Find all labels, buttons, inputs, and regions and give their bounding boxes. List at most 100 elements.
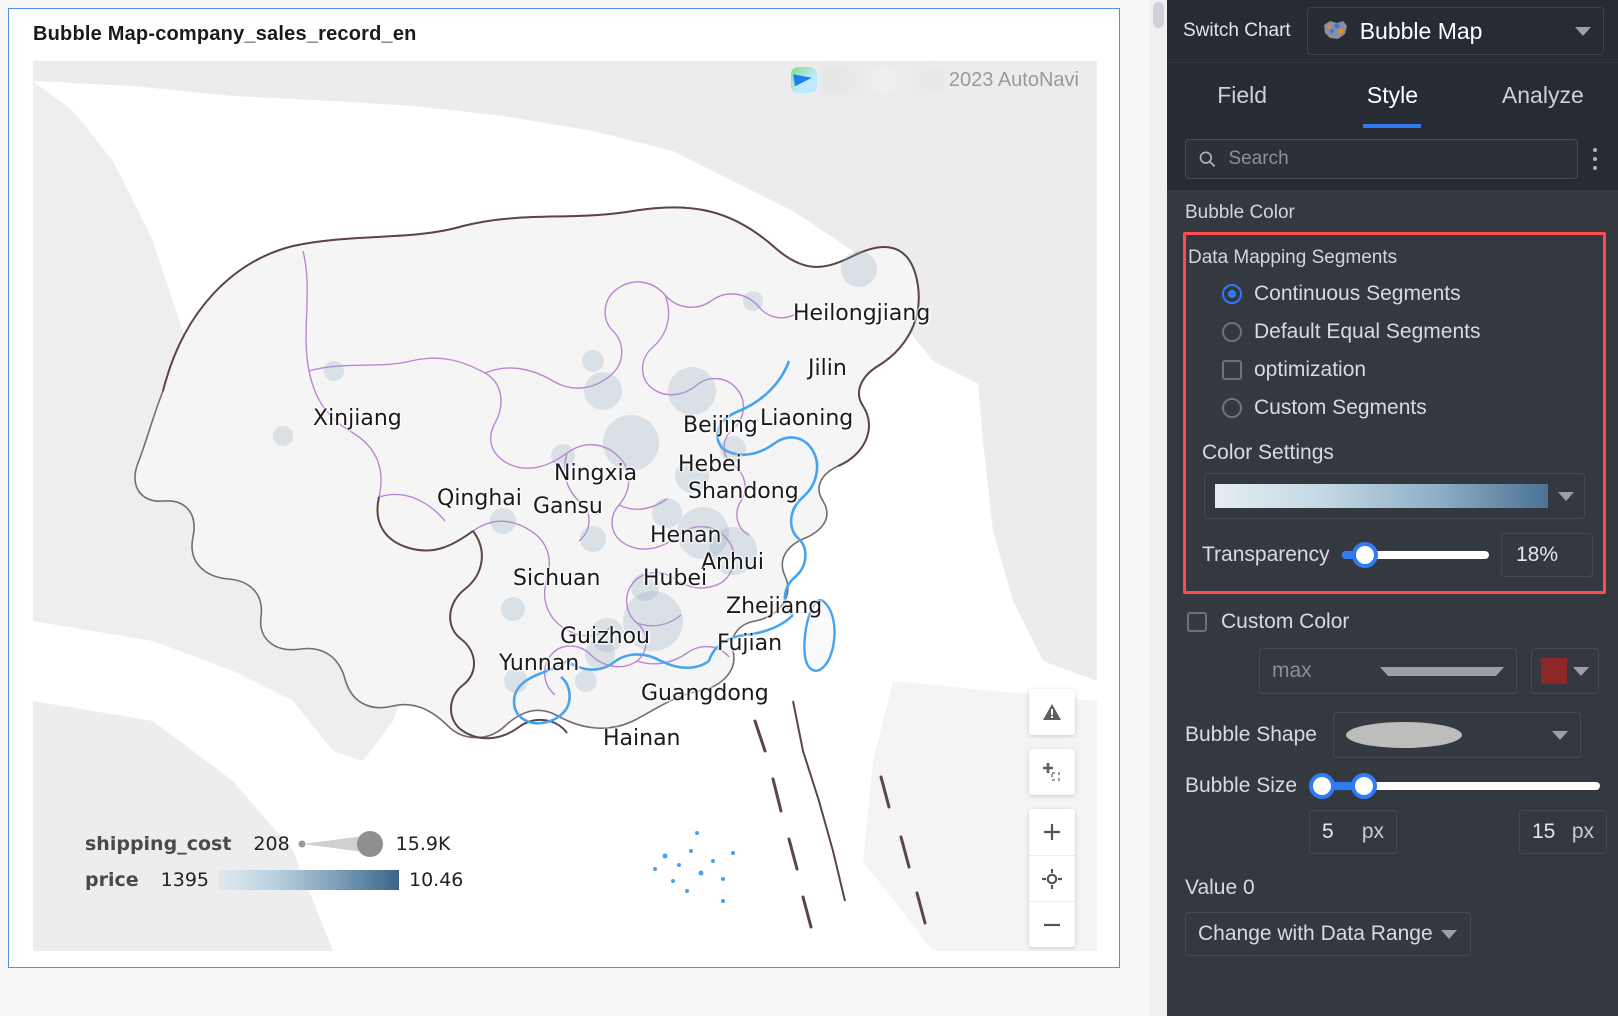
custom-color-row[interactable]: Custom Color: [1167, 594, 1618, 634]
color-swatch[interactable]: [1541, 658, 1567, 684]
data-mapping-label: Data Mapping Segments: [1188, 247, 1398, 268]
option-continuous-segments[interactable]: Continuous Segments: [1186, 275, 1603, 313]
transparency-value-input[interactable]: 18%: [1501, 533, 1593, 577]
chart-pane: Bubble Map-company_sales_record_en Xinji…: [0, 0, 1150, 1016]
map-bubble[interactable]: [580, 526, 606, 552]
option-default-equal-segments[interactable]: Default Equal Segments: [1186, 313, 1603, 351]
sidebar-scroll-gutter[interactable]: [1150, 0, 1167, 1016]
legend-min-value: 1395: [160, 869, 209, 891]
option-custom-segments[interactable]: Custom Segments: [1186, 389, 1603, 427]
chevron-down-icon: [1573, 666, 1589, 676]
color-gradient-preview: [1215, 484, 1548, 508]
map-bubble[interactable]: [631, 573, 659, 601]
map-bubble[interactable]: [575, 670, 597, 692]
bubble-map-icon: [1320, 18, 1350, 44]
sidebar-header: Switch Chart Bubble Map: [1167, 0, 1618, 62]
map-bubble[interactable]: [324, 361, 344, 381]
tab-label: Style: [1366, 82, 1419, 108]
map-bubble[interactable]: [585, 639, 615, 669]
map-bubble[interactable]: [743, 291, 763, 311]
map-bubble[interactable]: [273, 426, 293, 446]
min-value: 5: [1322, 820, 1334, 843]
circle-shape-icon: [1345, 722, 1462, 748]
value-range-text: Change with Data Range: [1198, 922, 1433, 945]
map-bubble[interactable]: [709, 527, 757, 575]
chevron-down-icon: [1558, 491, 1574, 501]
sidebar-scrollbar-thumb[interactable]: [1153, 2, 1164, 28]
map-bubble[interactable]: [720, 436, 746, 462]
bubble-shape-select[interactable]: [1332, 712, 1581, 758]
map-warning-button[interactable]: [1029, 689, 1075, 735]
autonavi-logo-icon: [790, 67, 817, 93]
radio-selected-icon[interactable]: [1222, 284, 1242, 304]
chart-type-selector[interactable]: Bubble Map: [1306, 7, 1604, 55]
locate-target-icon: [1042, 868, 1062, 889]
tab-label: Field: [1217, 82, 1268, 108]
custom-color-swatch-select[interactable]: [1531, 648, 1599, 694]
map-bubble[interactable]: [582, 350, 604, 372]
bubble-size-min-input[interactable]: 5 px: [1309, 810, 1397, 854]
color-settings-label: Color Settings: [1202, 441, 1334, 464]
map-zoom-out-button[interactable]: [1029, 901, 1075, 947]
legend-row-color: price 1395 10.46: [85, 869, 463, 891]
search-input[interactable]: [1226, 147, 1565, 171]
map-add-selection-button[interactable]: [1029, 749, 1075, 795]
option-optimization[interactable]: optimization: [1186, 351, 1603, 389]
map-base-layer: [33, 61, 1097, 951]
map-bubble[interactable]: [501, 597, 525, 621]
chevron-down-icon: [1440, 929, 1457, 939]
custom-color-label: Custom Color: [1221, 610, 1350, 633]
search-box[interactable]: [1185, 139, 1578, 179]
option-label: Default Equal Segments: [1254, 320, 1481, 343]
transparency-slider-handle[interactable]: [1351, 542, 1378, 568]
custom-color-aggregation-select[interactable]: max: [1259, 648, 1517, 694]
map-bubble[interactable]: [584, 372, 622, 410]
bubble-size-row: Bubble Size: [1167, 758, 1618, 799]
map-bubble[interactable]: [675, 459, 709, 493]
radio-unselected-icon[interactable]: [1222, 398, 1242, 418]
map-bubble[interactable]: [490, 508, 516, 534]
option-label: Custom Segments: [1254, 396, 1427, 419]
map-bubble[interactable]: [504, 669, 528, 693]
bubble-size-label: Bubble Size: [1185, 774, 1298, 797]
tab-analyze[interactable]: Analyze: [1468, 63, 1618, 128]
map-controls[interactable]: [1029, 689, 1075, 947]
map-bubble[interactable]: [841, 251, 877, 287]
chevron-down-icon: [1551, 730, 1568, 740]
checkbox-unchecked-icon[interactable]: [1222, 360, 1242, 380]
bubble-size-min-handle[interactable]: [1309, 773, 1336, 799]
map-bubble[interactable]: [668, 367, 716, 415]
color-ramp: [219, 870, 399, 890]
legend-min-value: 208: [253, 833, 290, 855]
bubble-map-canvas[interactable]: Xinjiang Heilongjiang Jilin Liaoning Beijing…: [33, 61, 1097, 951]
radio-unselected-icon[interactable]: [1222, 322, 1242, 342]
page-title: Bubble Map-company_sales_record_en: [33, 23, 417, 45]
sidebar-body: Bubble Color Data Mapping Segments Conti…: [1167, 190, 1618, 1016]
map-bubble[interactable]: [551, 444, 575, 468]
bubble-shape-row: Bubble Shape: [1167, 694, 1618, 758]
value-range-select[interactable]: Change with Data Range: [1185, 912, 1471, 956]
bubble-size-max-input[interactable]: 15 px: [1519, 810, 1607, 854]
map-bubble[interactable]: [623, 591, 683, 651]
map-locate-button[interactable]: [1029, 855, 1075, 901]
map-bubble[interactable]: [652, 498, 682, 528]
more-options-icon[interactable]: [1578, 148, 1612, 170]
legend-max-value: 10.46: [409, 869, 464, 891]
tab-style[interactable]: Style: [1317, 63, 1467, 128]
transparency-row: Transparency 18%: [1186, 519, 1603, 577]
custom-color-checkbox[interactable]: [1187, 612, 1207, 632]
zoom-controls[interactable]: [1029, 809, 1075, 947]
bubble-size-max-handle[interactable]: [1351, 773, 1378, 799]
legend-max-value: 15.9K: [395, 833, 451, 855]
max-value: 15: [1532, 820, 1556, 843]
tab-field[interactable]: Field: [1167, 63, 1317, 128]
transparency-slider[interactable]: [1341, 542, 1489, 568]
option-label: Continuous Segments: [1254, 282, 1461, 305]
color-scheme-selector[interactable]: [1204, 473, 1585, 519]
map-zoom-in-button[interactable]: [1029, 809, 1075, 855]
max-unit: px: [1571, 820, 1594, 843]
sidebar-tabs[interactable]: Field Style Analyze: [1167, 62, 1618, 128]
bubble-size-slider[interactable]: [1309, 773, 1600, 799]
transparency-label: Transparency: [1202, 543, 1330, 566]
map-bubble[interactable]: [603, 415, 659, 471]
